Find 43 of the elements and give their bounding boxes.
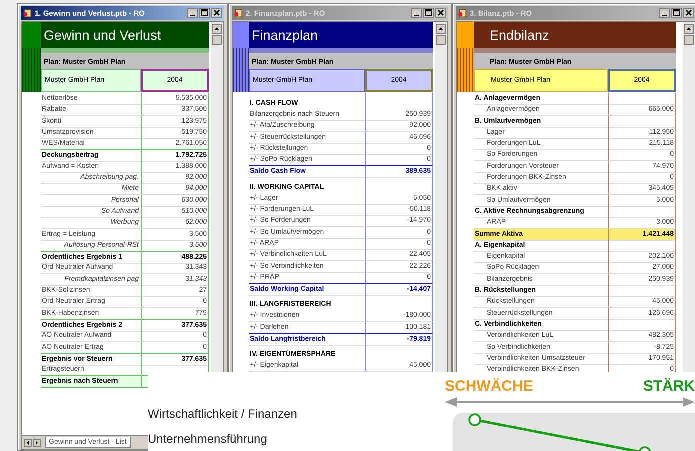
value-cell: [365, 344, 433, 360]
category-label: Wirtschaftlichkeit / Finanzen: [148, 407, 298, 421]
scroll-up-icon[interactable]: [212, 24, 222, 34]
value-cell: [608, 285, 676, 298]
value-cell: [608, 318, 676, 331]
scroll-thumb[interactable]: [684, 35, 694, 45]
close-icon: [212, 9, 220, 17]
document-icon: [458, 8, 467, 18]
maximize-icon: [200, 9, 208, 17]
minimize-button[interactable]: [187, 8, 198, 18]
maximize-icon: [672, 9, 680, 17]
scroll-up-icon[interactable]: [684, 24, 694, 34]
next-sheet-icon[interactable]: [33, 438, 41, 446]
color-block: [457, 22, 474, 48]
value-cell: [365, 294, 433, 310]
close-icon: [684, 9, 692, 17]
color-block: [233, 22, 249, 48]
value-cell: [608, 206, 676, 218]
value-cell: [365, 176, 433, 193]
close-button[interactable]: [211, 8, 222, 18]
maximize-icon: [424, 9, 432, 17]
document-icon: [234, 8, 243, 18]
striped-block: [233, 48, 249, 92]
previous-sheet-icon[interactable]: [24, 438, 32, 446]
sheet-heading: Endbilanz: [474, 22, 676, 48]
value-cell: [608, 116, 676, 128]
value-cell: [365, 93, 433, 109]
color-block: [22, 22, 41, 48]
category-label: Unternehmensführung: [148, 432, 268, 446]
scroll-up-icon[interactable]: [436, 24, 446, 34]
scroll-thumb[interactable]: [436, 35, 446, 45]
value-cell: [608, 93, 676, 105]
sheet-heading: Finanzplan: [249, 22, 433, 48]
value-cell: [608, 240, 676, 252]
close-icon: [436, 9, 444, 17]
weakness-label: SCHWÄCHE: [445, 378, 534, 395]
strength-label: STÄRK: [643, 378, 695, 395]
striped-block: [457, 48, 474, 92]
document-icon: [23, 8, 32, 18]
striped-block: [22, 48, 41, 92]
scroll-thumb[interactable]: [212, 35, 222, 45]
sheet-heading: Gewinn und Verlust: [41, 22, 209, 48]
maximize-button[interactable]: [199, 8, 210, 18]
